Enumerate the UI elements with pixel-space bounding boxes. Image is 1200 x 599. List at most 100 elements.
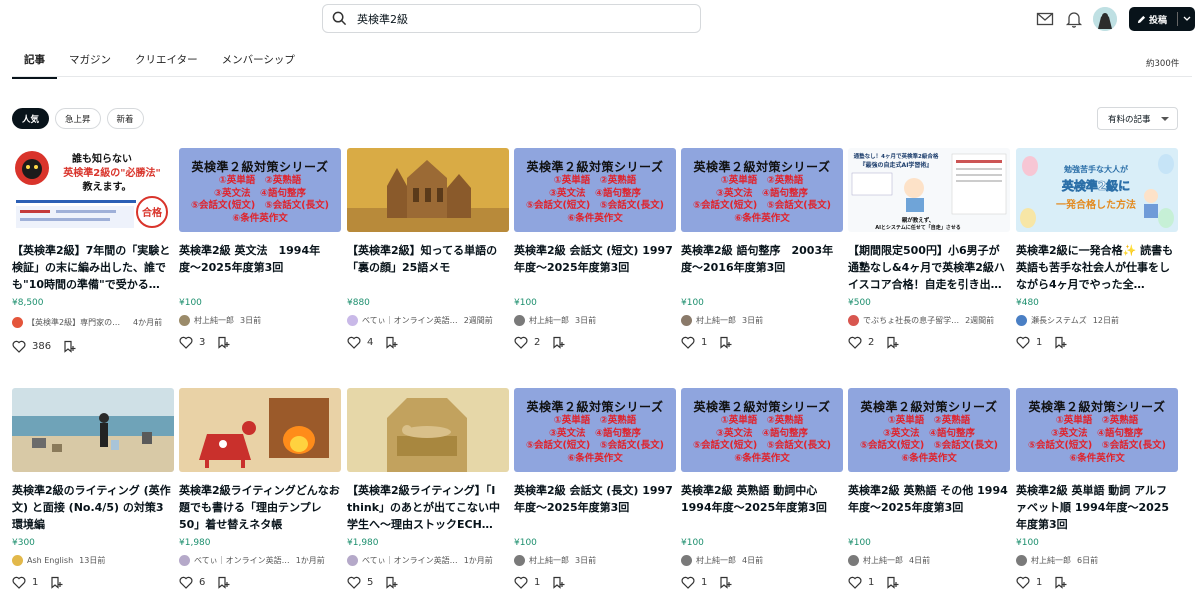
heart-icon[interactable] [12, 576, 26, 589]
article-card[interactable]: 英検準2級ライティングどんなお題でも書ける「理由テンプレ50」着せ替えネタ帳 ¥… [179, 388, 341, 589]
bell-icon[interactable] [1065, 10, 1083, 28]
article-author[interactable]: べてぃ｜オンライン英語… 1か月前 [179, 553, 341, 567]
author-name[interactable]: 瀬長システムズ [1031, 315, 1087, 326]
author-name[interactable]: 村上純一郎 [863, 555, 903, 566]
heart-icon[interactable] [848, 576, 862, 589]
article-title[interactable]: 英検準2級 語句整序 2003年度〜2016年度第3回 [681, 242, 843, 293]
author-avatar[interactable] [12, 554, 23, 566]
filter-trending[interactable]: 急上昇 [55, 108, 101, 129]
magazine-add-icon[interactable] [886, 576, 899, 589]
author-name[interactable]: べてぃ｜オンライン英語… [362, 555, 458, 566]
author-avatar[interactable] [179, 314, 190, 326]
author-name[interactable]: べてぃ｜オンライン英語… [194, 555, 290, 566]
author-avatar[interactable] [681, 314, 692, 326]
author-name[interactable]: 村上純一郎 [529, 555, 569, 566]
article-title[interactable]: 英検準2級 英熟語 その他 1994年度〜2025年度第3回 [848, 482, 1010, 533]
article-thumbnail[interactable]: 勉強苦手な大人が 英検準2級に 一発合格した方法 [1016, 148, 1178, 232]
mail-icon[interactable] [1036, 10, 1054, 28]
magazine-add-icon[interactable] [217, 576, 230, 589]
chevron-down-icon[interactable] [1183, 12, 1191, 26]
heart-icon[interactable] [347, 576, 361, 589]
article-card[interactable]: 英検準２級対策シリーズ ①英単語 ②英熟語 ③英文法 ④語句整序 ⑤会話文(短文… [681, 148, 843, 349]
search-box[interactable] [322, 4, 701, 33]
sort-select[interactable]: 有料の記事 [1097, 107, 1178, 130]
author-name[interactable]: 村上純一郎 [696, 555, 736, 566]
article-card[interactable]: 英検準２級対策シリーズ ①英単語 ②英熟語 ③英文法 ④語句整序 ⑤会話文(短文… [1016, 388, 1178, 589]
heart-icon[interactable] [179, 576, 193, 589]
article-title[interactable]: 英検準2級 英熟語 動詞中心 1994年度〜2025年度第3回 [681, 482, 843, 533]
article-title[interactable]: 【英検準2級】知ってる単語の「裏の顔」25語メモ [347, 242, 509, 293]
author-avatar[interactable] [179, 554, 190, 566]
article-card[interactable]: 通塾なし！4ヶ月で英検準2級合格 『最強の自走式AI学習術』 親が教えず、 AI… [848, 148, 1010, 349]
author-avatar[interactable] [347, 554, 358, 566]
magazine-add-icon[interactable] [1054, 576, 1067, 589]
article-thumbnail[interactable]: 英検準２級対策シリーズ ①英単語 ②英熟語 ③英文法 ④語句整序 ⑤会話文(短文… [681, 148, 843, 232]
tab-magazines[interactable]: マガジン [57, 44, 123, 79]
magazine-add-icon[interactable] [886, 336, 899, 349]
article-card[interactable]: 英検準２級対策シリーズ ①英単語 ②英熟語 ③英文法 ④語句整序 ⑤会話文(短文… [514, 148, 676, 349]
magazine-add-icon[interactable] [719, 336, 732, 349]
article-thumbnail[interactable]: 通塾なし！4ヶ月で英検準2級合格 『最強の自走式AI学習術』 親が教えず、 AI… [848, 148, 1010, 232]
post-button[interactable]: 投稿 [1129, 7, 1195, 31]
article-author[interactable]: でぶちょ社長の息子留学… 2週間前 [848, 313, 1010, 327]
article-author[interactable]: 村上純一郎 4日前 [681, 553, 843, 567]
author-avatar[interactable] [1016, 554, 1027, 566]
article-card[interactable]: 英検準2級のライティング (英作文) と面接 (No.4/5) の対策3環境編 … [12, 388, 174, 589]
article-card[interactable]: 英検準２級対策シリーズ ①英単語 ②英熟語 ③英文法 ④語句整序 ⑤会話文(短文… [514, 388, 676, 589]
filter-new[interactable]: 新着 [106, 108, 144, 129]
heart-icon[interactable] [681, 576, 695, 589]
article-author[interactable]: 村上純一郎 3日前 [514, 313, 676, 327]
author-avatar[interactable] [1016, 314, 1027, 326]
article-card[interactable]: 勉強苦手な大人が 英検準2級に 一発合格した方法 英検準2級に一発合格✨ 読書も… [1016, 148, 1178, 349]
magazine-add-icon[interactable] [50, 576, 63, 589]
magazine-add-icon[interactable] [552, 576, 565, 589]
article-title[interactable]: 【英検準2級ライティング】「I think」のあとが出てこない中学生へ〜理由スト… [347, 482, 509, 533]
heart-icon[interactable] [12, 340, 26, 353]
article-thumbnail[interactable]: 英検準２級対策シリーズ ①英単語 ②英熟語 ③英文法 ④語句整序 ⑤会話文(短文… [179, 148, 341, 232]
article-card[interactable]: 英検準２級対策シリーズ ①英単語 ②英熟語 ③英文法 ④語句整序 ⑤会話文(短文… [681, 388, 843, 589]
article-title[interactable]: 英検準2級 会話文 (長文) 1997年度〜2025年度第3回 [514, 482, 676, 533]
article-card[interactable]: 【英検準2級】知ってる単語の「裏の顔」25語メモ ¥880 べてぃ｜オンライン英… [347, 148, 509, 349]
author-avatar[interactable] [514, 314, 525, 326]
author-avatar[interactable] [681, 554, 692, 566]
article-author[interactable]: 【英検準2級】専門家の黒猫 4か月前 [12, 315, 174, 329]
author-name[interactable]: 村上純一郎 [1031, 555, 1071, 566]
article-author[interactable]: 村上純一郎 3日前 [681, 313, 843, 327]
tab-articles[interactable]: 記事 [12, 44, 57, 79]
author-avatar[interactable] [12, 316, 23, 328]
article-title[interactable]: 英検準2級ライティングどんなお題でも書ける「理由テンプレ50」着せ替えネタ帳 [179, 482, 341, 533]
author-name[interactable]: 【英検準2級】専門家の黒猫 [27, 317, 127, 328]
author-name[interactable]: 村上純一郎 [194, 315, 234, 326]
article-card[interactable]: 誰も知らない 英検準2級の"必勝法" 教えます。 合格 【英検準2級】7年間の「… [12, 148, 174, 353]
heart-icon[interactable] [1016, 336, 1030, 349]
article-card[interactable]: 英検準２級対策シリーズ ①英単語 ②英熟語 ③英文法 ④語句整序 ⑤会話文(短文… [848, 388, 1010, 589]
article-title[interactable]: 【期間限定500円】小6男子が通塾なし&4ヶ月で英検準2級ハイスコア合格！自走を… [848, 242, 1010, 293]
article-author[interactable]: べてぃ｜オンライン英語… 2週間前 [347, 313, 509, 327]
article-title[interactable]: 英検準2級 会話文 (短文) 1997年度〜2025年度第3回 [514, 242, 676, 293]
magazine-add-icon[interactable] [552, 336, 565, 349]
article-card[interactable]: 英検準２級対策シリーズ ①英単語 ②英熟語 ③英文法 ④語句整序 ⑤会話文(短文… [179, 148, 341, 349]
article-author[interactable]: 村上純一郎 4日前 [848, 553, 1010, 567]
article-thumbnail[interactable] [179, 388, 341, 472]
article-thumbnail[interactable] [347, 148, 509, 232]
article-title[interactable]: 【英検準2級】7年間の「実験と検証」の末に編み出した、誰でも"10時間の準備"で… [12, 242, 174, 293]
search-input[interactable] [357, 12, 677, 25]
user-avatar[interactable] [1093, 7, 1117, 31]
magazine-add-icon[interactable] [63, 340, 76, 353]
article-thumbnail[interactable] [12, 388, 174, 472]
article-title[interactable]: 英検準2級 英文法 1994年度〜2025年度第3回 [179, 242, 341, 293]
author-name[interactable]: Ash English [27, 556, 73, 565]
article-thumbnail[interactable] [347, 388, 509, 472]
heart-icon[interactable] [848, 336, 862, 349]
author-avatar[interactable] [848, 314, 859, 326]
article-thumbnail[interactable]: 英検準２級対策シリーズ ①英単語 ②英熟語 ③英文法 ④語句整序 ⑤会話文(短文… [514, 388, 676, 472]
author-name[interactable]: でぶちょ社長の息子留学… [863, 315, 959, 326]
article-author[interactable]: 村上純一郎 3日前 [514, 553, 676, 567]
heart-icon[interactable] [514, 336, 528, 349]
magazine-add-icon[interactable] [217, 336, 230, 349]
magazine-add-icon[interactable] [385, 336, 398, 349]
author-name[interactable]: べてぃ｜オンライン英語… [362, 315, 458, 326]
filter-popular[interactable]: 人気 [12, 108, 50, 129]
author-avatar[interactable] [848, 554, 859, 566]
magazine-add-icon[interactable] [719, 576, 732, 589]
